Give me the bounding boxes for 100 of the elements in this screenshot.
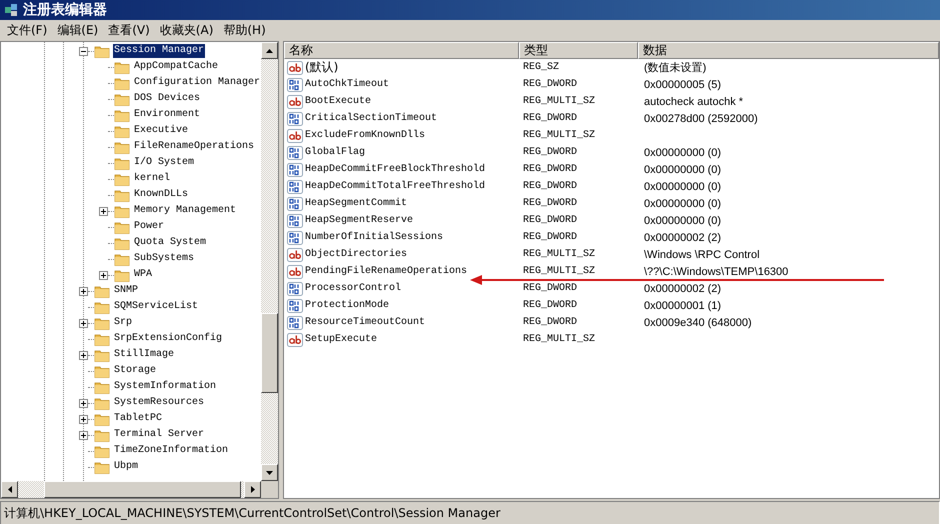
tree-item[interactable]: Terminal Server (113, 428, 206, 442)
binary-value-icon (287, 146, 303, 160)
value-type: REG_DWORD (522, 198, 578, 209)
column-header[interactable]: 数据 (638, 42, 939, 59)
tree-item[interactable]: SQMServiceList (113, 300, 200, 314)
menu-item[interactable]: 编辑(E) (52, 22, 104, 38)
tree-item[interactable]: SNMP (113, 284, 140, 298)
scrollbar-corner (261, 481, 278, 498)
value-name[interactable]: ProtectionMode (305, 300, 390, 311)
tree-item[interactable]: KnownDLLs (133, 188, 190, 202)
value-name[interactable]: HeapSegmentCommit (305, 198, 408, 209)
expand-icon[interactable] (79, 398, 88, 408)
value-name[interactable]: ExcludeFromKnownDlls (305, 130, 426, 141)
value-data: 0x00000002 (2) (643, 282, 722, 294)
folder-icon (114, 268, 130, 282)
tree-item[interactable]: SystemInformation (113, 380, 218, 394)
folder-icon (94, 412, 110, 426)
menu-item[interactable]: 文件(F) (2, 22, 52, 38)
folder-icon (94, 428, 110, 442)
value-name[interactable]: BootExecute (305, 96, 372, 107)
column-header[interactable]: 名称 (284, 42, 519, 59)
binary-value-icon (287, 282, 303, 296)
scroll-down-button[interactable] (261, 464, 278, 481)
folder-icon (94, 44, 110, 58)
expand-icon[interactable] (79, 430, 88, 440)
menu-item[interactable]: 收藏夹(A) (154, 22, 218, 38)
value-name[interactable]: AutoChkTimeout (305, 79, 390, 90)
tree-item[interactable]: Ubpm (113, 460, 140, 474)
value-name[interactable]: PendingFileRenameOperations (305, 266, 468, 277)
value-name[interactable]: GlobalFlag (305, 147, 366, 158)
value-data: 0x00000000 (0) (643, 214, 722, 226)
tree-item[interactable]: I/O System (133, 156, 196, 170)
expand-icon[interactable] (99, 270, 108, 280)
tree-item[interactable]: SubSystems (133, 252, 196, 266)
tree-item[interactable]: kernel (133, 172, 172, 186)
value-type: REG_DWORD (522, 147, 578, 158)
tree-item[interactable]: StillImage (113, 348, 176, 362)
value-name[interactable]: (默认) (305, 59, 338, 76)
tree-item[interactable]: DOS Devices (133, 92, 202, 106)
folder-icon (114, 156, 130, 170)
folder-icon (114, 204, 130, 218)
expand-icon[interactable] (99, 206, 108, 216)
value-name[interactable]: ObjectDirectories (305, 249, 408, 260)
value-data: \??\C:\Windows\TEMP\16300 (643, 266, 790, 278)
scrollbar-thumb[interactable] (261, 313, 278, 393)
binary-value-icon (287, 162, 303, 176)
tree-item[interactable]: Environment (133, 108, 202, 122)
value-name[interactable]: HeapDeCommitTotalFreeThreshold (305, 181, 486, 192)
value-name[interactable]: HeapDeCommitFreeBlockThreshold (305, 164, 486, 175)
string-value-icon (287, 94, 303, 108)
scroll-left-button[interactable] (1, 481, 18, 498)
tree-item[interactable]: Configuration Manager (133, 76, 261, 90)
menu-item[interactable]: 查看(V) (103, 22, 155, 38)
tree-item[interactable]: TimeZoneInformation (113, 444, 230, 458)
folder-icon (94, 316, 110, 330)
value-type: REG_DWORD (522, 317, 578, 328)
expand-icon[interactable] (79, 286, 88, 296)
up-arrow-icon (266, 48, 273, 52)
tree-item[interactable]: Quota System (133, 236, 208, 250)
scroll-right-button[interactable] (244, 481, 261, 498)
expand-icon[interactable] (79, 414, 88, 424)
window-title: 注册表编辑器 (23, 1, 107, 19)
tree-item[interactable]: TabletPC (113, 412, 164, 426)
value-data: 0x00000000 (0) (643, 164, 722, 176)
tree-item[interactable]: Storage (113, 364, 158, 378)
horizontal-scrollbar[interactable] (1, 481, 261, 498)
folder-icon (114, 172, 130, 186)
menu-item[interactable]: 帮助(H) (218, 22, 271, 38)
value-name[interactable]: ProcessorControl (305, 283, 402, 294)
tree-item[interactable]: FileRenameOperations (133, 140, 256, 154)
vertical-scrollbar[interactable] (261, 42, 278, 481)
tree-item[interactable]: SrpExtensionConfig (113, 332, 224, 346)
value-name[interactable]: NumberOfInitialSessions (305, 232, 444, 243)
value-type: REG_DWORD (522, 283, 578, 294)
column-header[interactable]: 类型 (519, 42, 638, 59)
tree-item[interactable]: AppCompatCache (133, 60, 220, 74)
tree-item[interactable]: Executive (133, 124, 190, 138)
value-name[interactable]: CriticalSectionTimeout (305, 113, 438, 124)
folder-icon (114, 252, 130, 266)
expand-icon[interactable] (79, 318, 88, 328)
tree-item[interactable]: Srp (113, 316, 134, 330)
expand-icon[interactable] (79, 350, 88, 360)
tree-item[interactable]: Session Manager (113, 44, 206, 58)
value-name[interactable]: SetupExecute (305, 334, 378, 345)
scrollbar-thumb[interactable] (44, 481, 241, 498)
value-type: REG_DWORD (522, 113, 578, 124)
tree-item[interactable]: SystemResources (113, 396, 206, 410)
value-name[interactable]: HeapSegmentReserve (305, 215, 414, 226)
collapse-icon[interactable] (79, 46, 88, 56)
tree-item[interactable]: WPA (133, 268, 154, 282)
value-data: (数值未设置) (643, 61, 708, 75)
value-name[interactable]: ResourceTimeoutCount (305, 317, 426, 328)
tree-item[interactable]: Power (133, 220, 166, 234)
folder-icon (94, 380, 110, 394)
folder-icon (94, 348, 110, 362)
tree-item[interactable]: Memory Management (133, 204, 238, 218)
folder-icon (114, 188, 130, 202)
folder-icon (114, 60, 130, 74)
scroll-up-button[interactable] (261, 42, 278, 59)
value-data: 0x00000001 (1) (643, 300, 722, 312)
